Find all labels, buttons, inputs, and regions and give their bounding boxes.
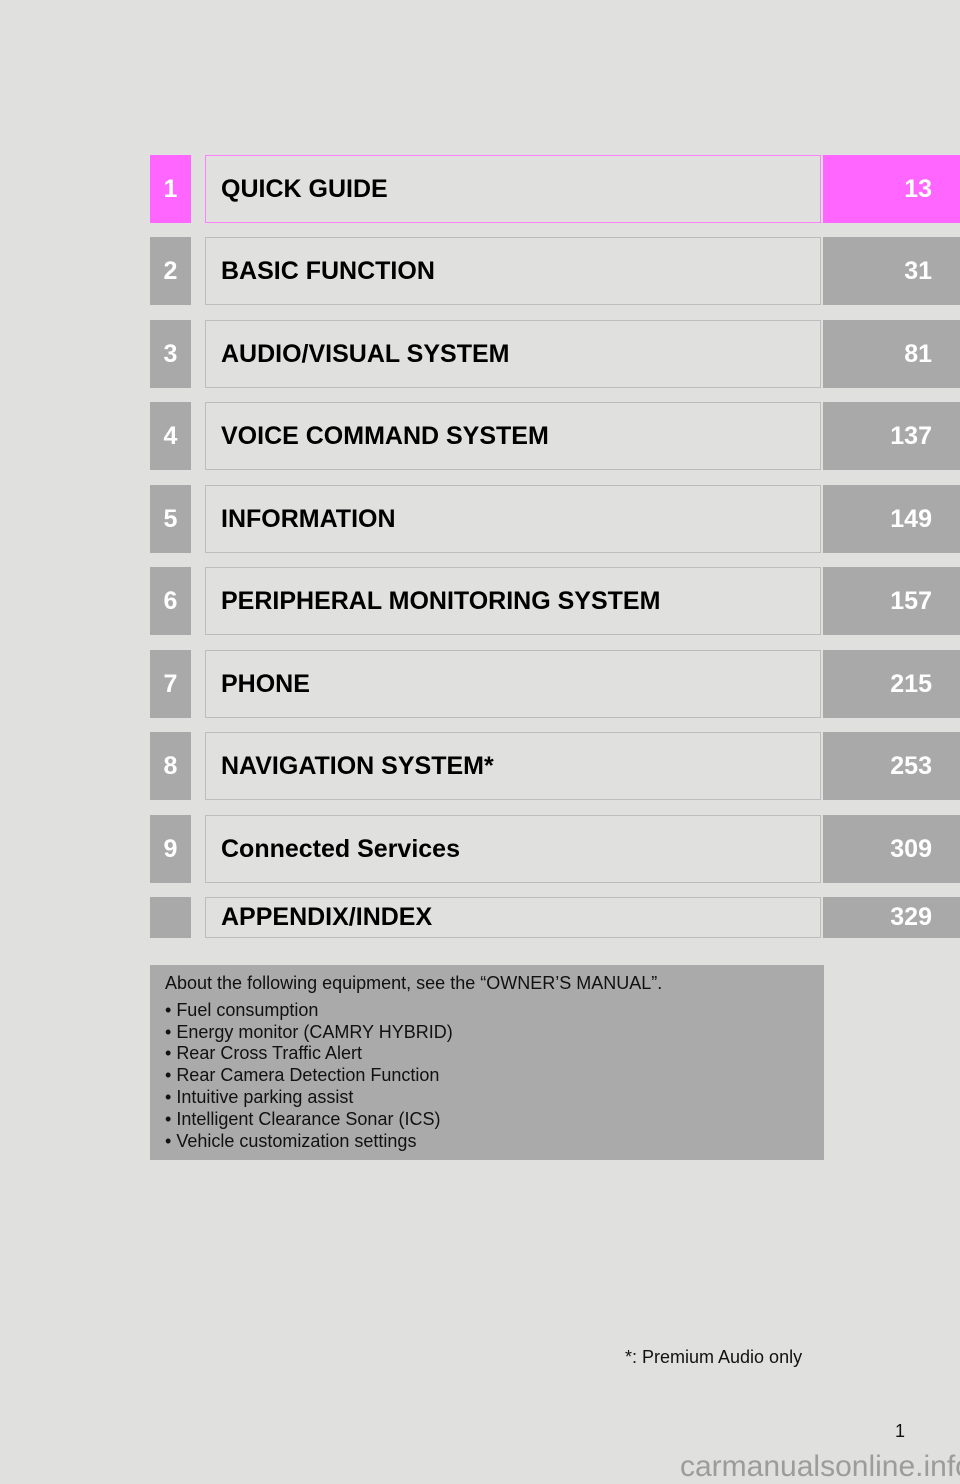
toc-entry[interactable]: 3 AUDIO/VISUAL SYSTEM 81 xyxy=(0,320,960,388)
note-item: Vehicle customization settings xyxy=(165,1131,809,1153)
chapter-page[interactable]: 81 xyxy=(823,320,960,388)
chapter-page[interactable]: 215 xyxy=(823,650,960,718)
note-item: Energy monitor (CAMRY HYBRID) xyxy=(165,1022,809,1044)
chapter-title[interactable]: PHONE xyxy=(205,650,821,718)
toc-entry[interactable]: 5 INFORMATION 149 xyxy=(0,485,960,553)
toc-entry[interactable]: 6 PERIPHERAL MONITORING SYSTEM 157 xyxy=(0,567,960,635)
note-list: Fuel consumption Energy monitor (CAMRY H… xyxy=(165,1000,809,1153)
chapter-page[interactable]: 309 xyxy=(823,815,960,883)
chapter-title[interactable]: QUICK GUIDE xyxy=(205,155,821,223)
chapter-page[interactable]: 13 xyxy=(823,155,960,223)
chapter-title[interactable]: Connected Services xyxy=(205,815,821,883)
chapter-title[interactable]: APPENDIX/INDEX xyxy=(205,897,821,938)
chapter-title[interactable]: AUDIO/VISUAL SYSTEM xyxy=(205,320,821,388)
toc-entry[interactable]: APPENDIX/INDEX 329 xyxy=(0,897,960,938)
chapter-number: 5 xyxy=(150,485,191,553)
page-number: 1 xyxy=(895,1421,906,1441)
note-intro: About the following equipment, see the “… xyxy=(165,973,663,993)
chapter-title[interactable]: NAVIGATION SYSTEM* xyxy=(205,732,821,800)
chapter-number: 3 xyxy=(150,320,191,388)
chapter-number: 1 xyxy=(150,155,191,223)
toc-entry[interactable]: 7 PHONE 215 xyxy=(0,650,960,718)
chapter-number xyxy=(150,897,191,938)
note-item: Fuel consumption xyxy=(165,1000,809,1022)
chapter-number: 7 xyxy=(150,650,191,718)
chapter-page[interactable]: 157 xyxy=(823,567,960,635)
chapter-number: 9 xyxy=(150,815,191,883)
chapter-page[interactable]: 31 xyxy=(823,237,960,305)
chapter-number: 2 xyxy=(150,237,191,305)
owners-manual-note: About the following equipment, see the “… xyxy=(150,965,824,1160)
footnote: *: Premium Audio only xyxy=(625,1347,803,1367)
chapter-page[interactable]: 137 xyxy=(823,402,960,470)
note-item: Intelligent Clearance Sonar (ICS) xyxy=(165,1109,809,1131)
chapter-page[interactable]: 253 xyxy=(823,732,960,800)
chapter-page[interactable]: 149 xyxy=(823,485,960,553)
toc-entry[interactable]: 8 NAVIGATION SYSTEM* 253 xyxy=(0,732,960,800)
chapter-title[interactable]: VOICE COMMAND SYSTEM xyxy=(205,402,821,470)
toc-entry[interactable]: 2 BASIC FUNCTION 31 xyxy=(0,237,960,305)
note-item: Rear Cross Traffic Alert xyxy=(165,1043,809,1065)
chapter-title[interactable]: INFORMATION xyxy=(205,485,821,553)
chapter-number: 4 xyxy=(150,402,191,470)
note-item: Rear Camera Detection Function xyxy=(165,1065,809,1087)
chapter-page[interactable]: 329 xyxy=(823,897,960,938)
chapter-number: 8 xyxy=(150,732,191,800)
chapter-title[interactable]: PERIPHERAL MONITORING SYSTEM xyxy=(205,567,821,635)
chapter-number: 6 xyxy=(150,567,191,635)
toc-entry[interactable]: 4 VOICE COMMAND SYSTEM 137 xyxy=(0,402,960,470)
watermark: carmanualsonline.info xyxy=(680,1450,960,1483)
toc-entry[interactable]: 9 Connected Services 309 xyxy=(0,815,960,883)
chapter-title[interactable]: BASIC FUNCTION xyxy=(205,237,821,305)
toc-entry[interactable]: 1 QUICK GUIDE 13 xyxy=(0,155,960,223)
note-item: Intuitive parking assist xyxy=(165,1087,809,1109)
